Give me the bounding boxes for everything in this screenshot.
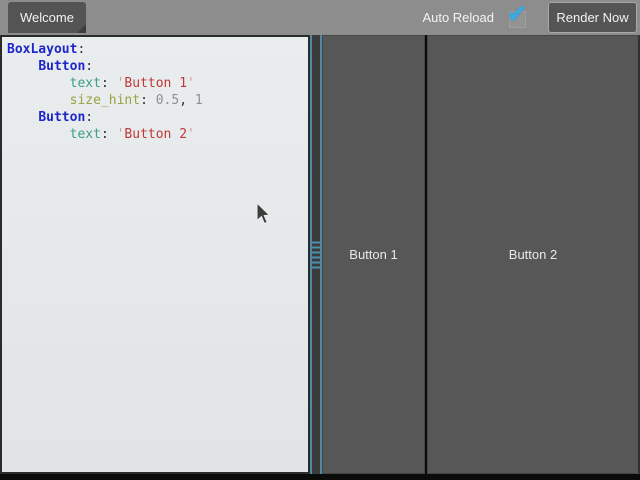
tab-fold-decoration	[77, 24, 86, 33]
code-line: BoxLayout:	[7, 41, 308, 58]
code-editor[interactable]: BoxLayout: Button: text: 'Button 1' size…	[0, 35, 310, 474]
render-now-label: Render Now	[556, 10, 628, 25]
code-line: Button:	[7, 109, 308, 126]
code-line: text: 'Button 1'	[7, 75, 308, 92]
render-now-button[interactable]: Render Now	[548, 2, 637, 33]
auto-reload-label: Auto Reload	[422, 10, 494, 25]
toolbar: Welcome Auto Reload ✔ Render Now	[0, 0, 640, 35]
splitter[interactable]	[310, 35, 322, 474]
code-line: Button:	[7, 58, 308, 75]
auto-reload-checkbox[interactable]: ✔	[506, 3, 534, 33]
preview-button-1[interactable]: Button 1	[322, 35, 425, 474]
tab-welcome-label: Welcome	[20, 10, 74, 25]
window-bottom-edge	[0, 474, 640, 480]
checkmark-icon: ✔	[507, 0, 527, 30]
splitter-grip-icon	[312, 241, 320, 268]
app-window: { "topbar": { "welcome_tab_label": "Welc…	[0, 0, 640, 480]
preview-button-1-label: Button 1	[349, 247, 397, 262]
preview-button-2-label: Button 2	[509, 247, 557, 262]
tab-welcome[interactable]: Welcome	[8, 2, 86, 33]
code-line: text: 'Button 2'	[7, 126, 308, 143]
code-line: size_hint: 0.5, 1	[7, 92, 308, 109]
main-area: BoxLayout: Button: text: 'Button 1' size…	[0, 35, 640, 474]
preview-button-2[interactable]: Button 2	[427, 35, 640, 474]
